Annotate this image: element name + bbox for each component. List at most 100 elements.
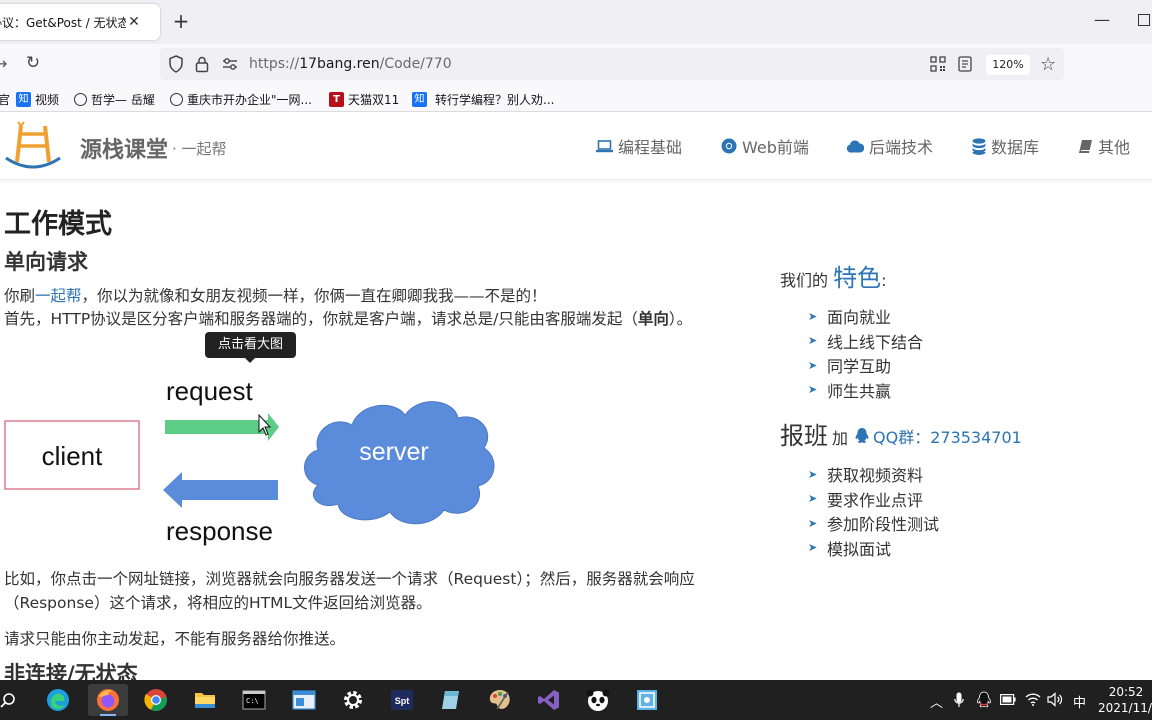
permissions-icon[interactable] (222, 57, 238, 71)
list-item: ➤ 要求作业点评 (808, 490, 924, 510)
taskbar-chrome[interactable] (136, 684, 176, 716)
panda-icon (586, 689, 610, 711)
bookmark-item[interactable]: T 天猫双11 (329, 90, 399, 108)
chevron-right-icon: ➤ (808, 334, 818, 348)
site-subtitle[interactable]: · 一起帮 (172, 138, 227, 159)
site-link[interactable]: 一起帮 (35, 287, 82, 305)
clock-time: 20:52 (1108, 685, 1144, 699)
tooltip-arrow (244, 357, 256, 363)
browser-tab-active[interactable]: 协议：Get&Post / 无状态 ✕ (0, 4, 160, 40)
request-response-diagram[interactable]: client request response server (0, 370, 520, 550)
url-bar[interactable]: https://17bang.ren/Code/770 120% ☆ (160, 48, 1064, 80)
reload-icon[interactable]: ↻ (22, 52, 44, 74)
qq-group-link[interactable]: QQ群：273534701 (854, 424, 1022, 448)
chevron-right-icon: ➤ (808, 516, 818, 530)
taskbar-app[interactable] (627, 684, 667, 716)
list-item: ➤ 参加阶段性测试 (808, 515, 940, 535)
server-label: server (359, 438, 428, 466)
taskbar-terminal[interactable]: C:\ (234, 684, 274, 716)
volume-icon[interactable] (1047, 692, 1064, 707)
tmall-icon: T (329, 91, 344, 107)
chevron-right-icon: ➤ (808, 492, 818, 506)
bookmarks-bar: 官 知视频 哲学— 岳耀 重庆市开办企业"一网... T 天猫双11 知转行学编程… (0, 84, 1152, 112)
url-path: /Code/770 (379, 56, 452, 72)
bookmark-item[interactable]: 哲学— 岳耀 (74, 90, 155, 108)
nav-other[interactable]: 其他 (1078, 134, 1130, 158)
taskbar-file-explorer[interactable] (185, 684, 225, 716)
chrome-icon (144, 689, 167, 711)
globe-icon (170, 92, 183, 106)
reader-view-icon[interactable] (958, 56, 972, 72)
paragraph: 请求只能由你主动发起，不能有服务器给你推送。 (4, 630, 346, 648)
taskbar-clock[interactable]: 20:52 2021/11/5 (1098, 684, 1152, 716)
nav-backend[interactable]: 后端技术 (846, 134, 933, 158)
benefits-list: ➤ 获取视频资料 ➤ 要求作业点评 ➤ 参加阶段性测试 ➤ 模拟面试 (808, 462, 939, 560)
paragraph: 比如，你点击一个网址链接，浏览器就会向服务器发送一个请求（Request）；然后… (4, 570, 695, 612)
laptop-icon (596, 139, 613, 152)
book-icon (1079, 139, 1092, 153)
site-name[interactable]: 源栈课堂 (80, 132, 168, 164)
nav-database[interactable]: 数据库 (972, 134, 1039, 158)
bold-text: 单向 (637, 310, 669, 328)
battery-icon[interactable] (1000, 694, 1016, 705)
shield-icon[interactable] (168, 55, 184, 73)
browser-nav-bar: → ↻ https://17bang.ren/Code/770 120% ☆ (0, 44, 1152, 84)
tab-close-icon[interactable]: ✕ (124, 12, 144, 32)
clock-date: 2021/11/5 (1098, 701, 1152, 715)
notepad-icon (442, 691, 459, 709)
bookmark-item[interactable]: 重庆市开办企业"一网... (170, 90, 312, 108)
qq-tray-icon[interactable] (976, 691, 992, 709)
qq-penguin-icon (855, 428, 869, 443)
window-minimize-button[interactable]: — (1092, 10, 1112, 30)
url-scheme: https:// (249, 56, 300, 72)
nav-programming-basics[interactable]: 编程基础 (596, 134, 682, 158)
taskbar-settings[interactable] (333, 684, 373, 716)
lock-icon[interactable] (194, 55, 210, 73)
taskbar-visual-studio[interactable] (529, 684, 569, 716)
bookmark-star-icon[interactable]: ☆ (1040, 54, 1056, 75)
taskbar-app[interactable] (578, 684, 618, 716)
back-arrow-icon[interactable]: → (0, 54, 7, 73)
taskbar-app[interactable] (284, 684, 324, 716)
site-logo-icon[interactable] (4, 120, 62, 172)
window-maximize-button[interactable] (1138, 14, 1150, 26)
ime-indicator[interactable]: 中 (1073, 692, 1086, 711)
list-item: ➤ 面向就业 (808, 308, 892, 328)
bookmark-item[interactable]: 知视频 (16, 90, 59, 108)
tray-expand-icon[interactable]: ︿ (930, 692, 943, 711)
nav-web-frontend[interactable]: Web前端 (721, 134, 809, 158)
window-app-icon (292, 690, 316, 710)
paint-palette-icon (489, 690, 510, 710)
zhihu-icon: 知 (16, 91, 31, 107)
visual-studio-icon (538, 690, 559, 710)
gear-icon (344, 691, 362, 709)
taskbar-edge[interactable] (38, 684, 78, 716)
tooltip: 点击看大图 (205, 332, 296, 358)
url-text[interactable]: https://17bang.ren/Code/770 (249, 56, 452, 72)
url-host: 17bang.ren (299, 56, 380, 72)
tab-title: 协议：Get&Post / 无状态 (0, 16, 126, 30)
taskbar-paint[interactable] (480, 684, 520, 716)
taskbar-firefox[interactable] (88, 684, 128, 716)
windows-taskbar: C:\ Spt ︿ 中 20:52 2021/11/5 (0, 680, 1152, 720)
new-tab-button[interactable]: + (170, 10, 192, 32)
features-list: ➤ 面向就业 ➤ 线上线下结合 ➤ 同学互助 ➤ 师生共赢 (808, 304, 923, 402)
taskbar-app[interactable] (431, 684, 471, 716)
chevron-right-icon: ➤ (808, 358, 818, 372)
snipping-icon (637, 690, 657, 710)
response-arrow (163, 472, 278, 508)
taskbar-spt[interactable]: Spt (382, 684, 422, 716)
section-title: 单向请求 (4, 250, 88, 274)
page-title: 工作模式 (4, 209, 112, 240)
list-item: ➤ 师生共赢 (808, 381, 892, 401)
bookmark-item[interactable]: 官 (0, 90, 10, 108)
bookmark-item[interactable]: 知转行学编程？别人劝... (412, 90, 554, 108)
database-icon (972, 137, 986, 155)
globe-icon (74, 92, 87, 106)
wifi-icon[interactable] (1025, 692, 1041, 706)
cloud-icon (846, 140, 864, 152)
qr-code-icon[interactable] (930, 56, 946, 72)
search-icon[interactable] (0, 692, 16, 708)
microphone-icon[interactable] (954, 692, 964, 708)
zoom-level-badge[interactable]: 120% (986, 55, 1030, 75)
